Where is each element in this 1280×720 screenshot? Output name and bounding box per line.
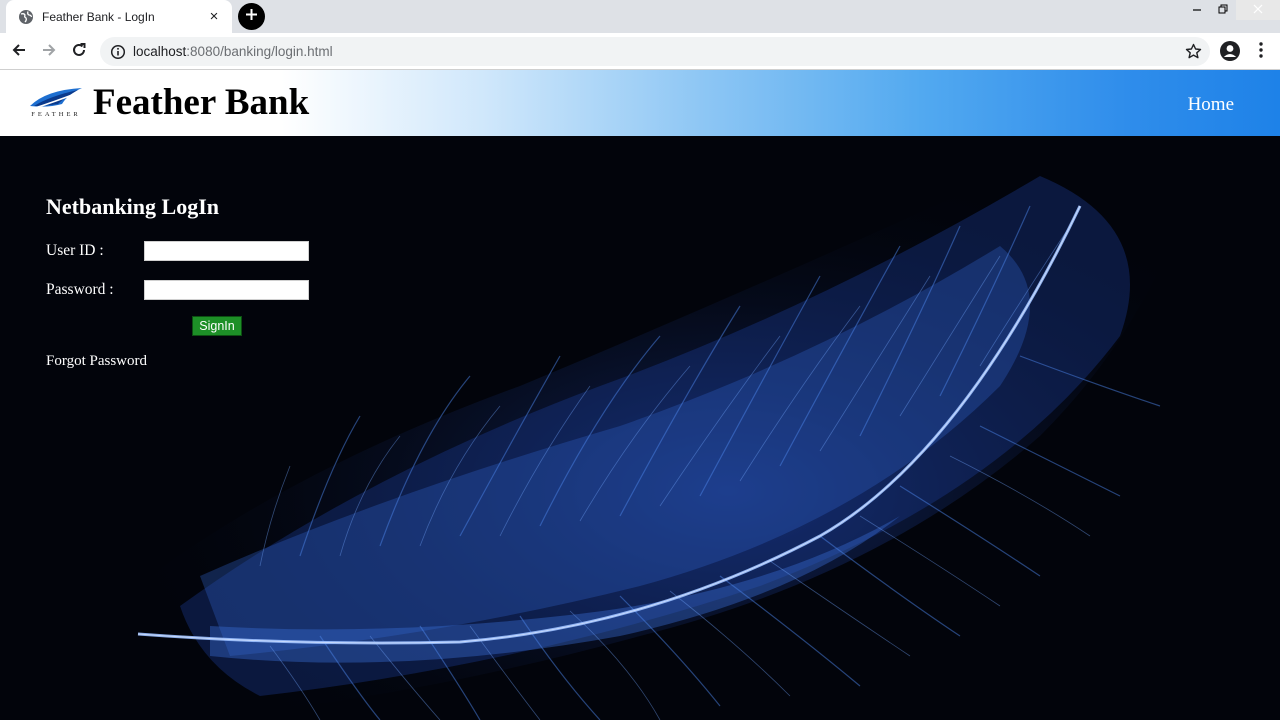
address-bar[interactable]: localhost:8080/banking/login.html <box>100 37 1210 66</box>
feather-logo: FEATHER <box>28 84 84 120</box>
arrow-left-icon <box>11 42 27 63</box>
reload-icon <box>71 42 87 63</box>
feather-logo-icon <box>30 88 82 110</box>
user-id-label: User ID : <box>46 241 104 259</box>
password-input[interactable] <box>144 279 309 300</box>
new-tab-button[interactable] <box>238 3 265 30</box>
tab-close-icon[interactable]: × <box>206 8 222 25</box>
url-path: :8080/banking/login.html <box>186 44 333 59</box>
login-title: Netbanking LogIn <box>46 194 220 219</box>
browser-tab-active[interactable]: Feather Bank - LogIn × <box>6 0 232 33</box>
password-row: Password : <box>46 278 346 301</box>
web-page: FEATHER Feather Bank Home Netbanking Log… <box>0 70 1280 720</box>
reload-button[interactable] <box>65 38 93 66</box>
info-icon[interactable] <box>110 44 126 60</box>
window-controls <box>1184 0 1280 20</box>
restore-icon <box>1218 1 1228 19</box>
bank-header: FEATHER Feather Bank Home <box>0 70 1280 136</box>
arrow-right-icon <box>41 42 57 63</box>
close-window-button[interactable] <box>1236 0 1280 20</box>
feather-background: Netbanking LogIn User ID : Password : Si… <box>0 136 1280 720</box>
forward-button[interactable] <box>35 38 63 66</box>
url-host: localhost <box>133 44 187 59</box>
logo-text: FEATHER <box>31 111 81 118</box>
account-icon <box>1219 40 1241 62</box>
forgot-password-link[interactable]: Forgot Password <box>46 353 147 370</box>
close-icon <box>1253 1 1263 19</box>
kebab-menu-icon <box>1259 41 1263 63</box>
user-id-row: User ID : <box>46 239 346 262</box>
signin-button[interactable]: SignIn <box>192 316 242 336</box>
globe-icon <box>18 9 34 25</box>
user-id-input[interactable] <box>144 240 309 261</box>
browser-menu-button[interactable] <box>1252 41 1270 63</box>
browser-toolbar: localhost:8080/banking/login.html <box>0 33 1280 70</box>
restore-button[interactable] <box>1210 0 1236 20</box>
minimize-icon <box>1192 1 1202 19</box>
home-link[interactable]: Home <box>1188 94 1234 116</box>
profile-button[interactable] <box>1219 40 1241 62</box>
plus-icon <box>245 8 258 26</box>
back-button[interactable] <box>5 38 33 66</box>
tab-title: Feather Bank - LogIn <box>42 9 155 24</box>
password-label: Password : <box>46 280 114 298</box>
browser-tab-strip: Feather Bank - LogIn × <box>0 0 1280 33</box>
bookmark-star-icon[interactable] <box>1185 43 1202 60</box>
minimize-button[interactable] <box>1184 0 1210 20</box>
brand-name: Feather Bank <box>93 82 310 123</box>
login-panel: Netbanking LogIn User ID : Password : Si… <box>46 194 346 370</box>
